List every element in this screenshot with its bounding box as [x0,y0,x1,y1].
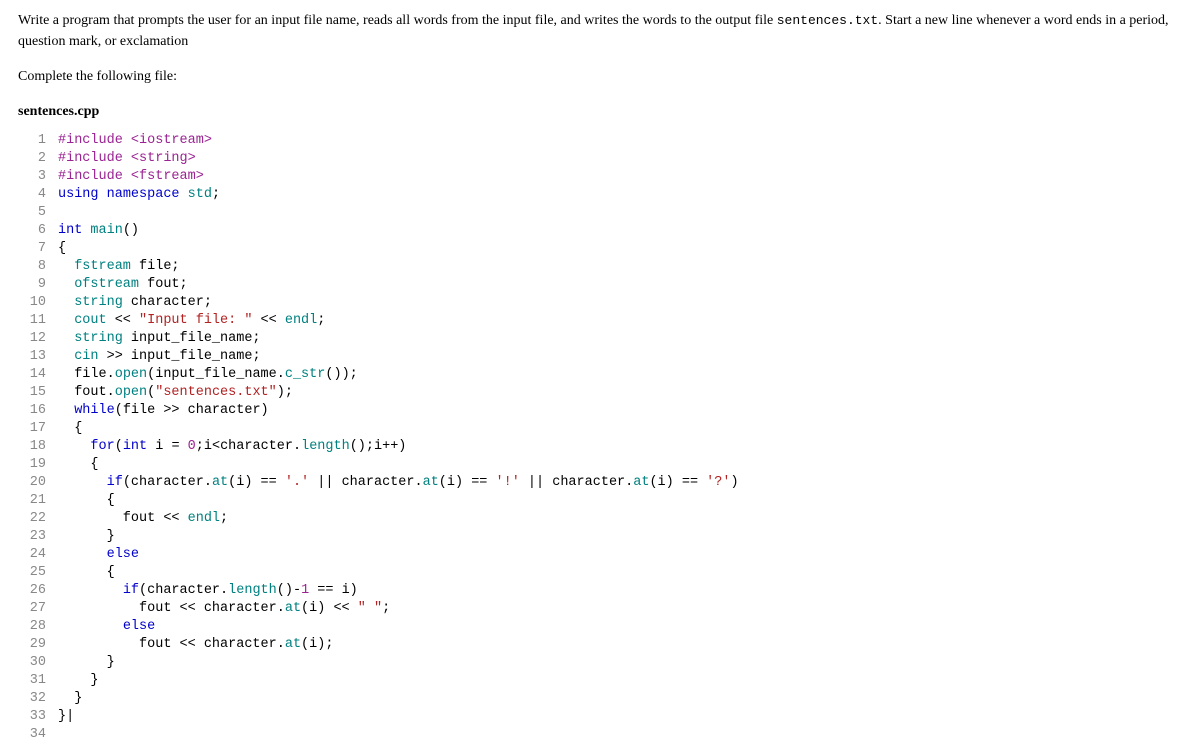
code-line: #include <fstream> [58,168,739,186]
line-number: 24 [18,546,46,564]
code-line: fstream file; [58,258,739,276]
line-number: 21 [18,492,46,510]
line-number: 10 [18,294,46,312]
code-line: using namespace std; [58,186,739,204]
code-content: #include <iostream>#include <string>#inc… [58,132,739,744]
line-number: 16 [18,402,46,420]
code-line: fout.open("sentences.txt"); [58,384,739,402]
code-line: else [58,618,739,636]
code-line: } [58,528,739,546]
line-number: 30 [18,654,46,672]
code-line: cin >> input_file_name; [58,348,739,366]
line-number: 5 [18,204,46,222]
line-number: 32 [18,690,46,708]
code-line: if(character.length()-1 == i) [58,582,739,600]
line-number: 34 [18,726,46,744]
line-number: 28 [18,618,46,636]
code-block: 1234567891011121314151617181920212223242… [18,132,1182,744]
line-number: 19 [18,456,46,474]
code-line: cout << "Input file: " << endl; [58,312,739,330]
line-number: 14 [18,366,46,384]
code-line: string character; [58,294,739,312]
line-number: 11 [18,312,46,330]
code-line: { [58,420,739,438]
line-number: 15 [18,384,46,402]
code-line: fout << character.at(i) << " "; [58,600,739,618]
line-number: 2 [18,150,46,168]
line-number: 7 [18,240,46,258]
line-number: 9 [18,276,46,294]
filename-heading: sentences.cpp [18,101,1182,122]
code-line: for(int i = 0;i<character.length();i++) [58,438,739,456]
code-line: fout << endl; [58,510,739,528]
line-number: 22 [18,510,46,528]
code-line: } [58,672,739,690]
code-line: string input_file_name; [58,330,739,348]
line-number: 17 [18,420,46,438]
question-part1: Write a program that prompts the user fo… [18,13,777,28]
line-number: 4 [18,186,46,204]
question-text: Write a program that prompts the user fo… [18,10,1182,52]
code-line: { [58,240,739,258]
code-line: #include <string> [58,150,739,168]
line-number: 29 [18,636,46,654]
code-line: { [58,564,739,582]
code-line: } [58,654,739,672]
line-number: 1 [18,132,46,150]
line-number: 20 [18,474,46,492]
code-line: file.open(input_file_name.c_str()); [58,366,739,384]
line-number: 25 [18,564,46,582]
code-line: else [58,546,739,564]
code-line: } [58,690,739,708]
line-number-gutter: 1234567891011121314151617181920212223242… [18,132,58,744]
code-line: if(character.at(i) == '.' || character.a… [58,474,739,492]
code-line: fout << character.at(i); [58,636,739,654]
line-number: 3 [18,168,46,186]
line-number: 12 [18,330,46,348]
code-line: #include <iostream> [58,132,739,150]
question-codefile: sentences.txt [777,13,878,28]
complete-text: Complete the following file: [18,66,1182,87]
code-line: { [58,492,739,510]
line-number: 26 [18,582,46,600]
code-line: }| [58,708,739,726]
code-line: { [58,456,739,474]
code-line: int main() [58,222,739,240]
line-number: 13 [18,348,46,366]
line-number: 23 [18,528,46,546]
line-number: 18 [18,438,46,456]
line-number: 27 [18,600,46,618]
line-number: 6 [18,222,46,240]
line-number: 8 [18,258,46,276]
code-line [58,726,739,744]
code-line [58,204,739,222]
line-number: 33 [18,708,46,726]
code-line: ofstream fout; [58,276,739,294]
line-number: 31 [18,672,46,690]
code-line: while(file >> character) [58,402,739,420]
